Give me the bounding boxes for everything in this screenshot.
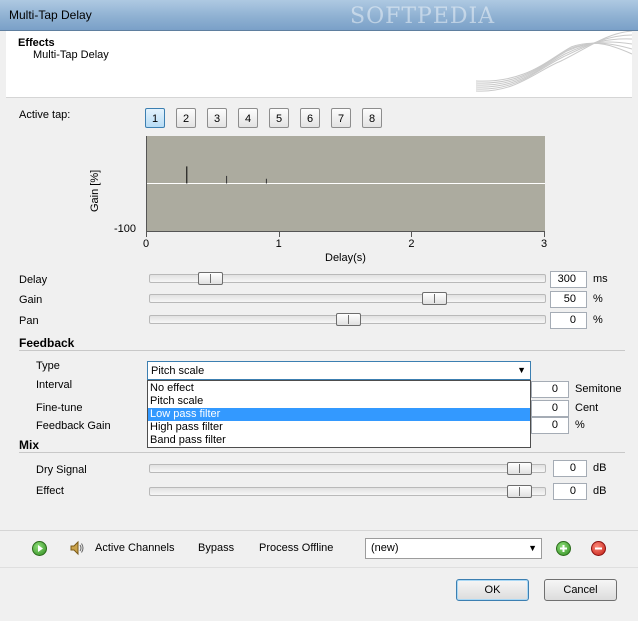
- tap-button-3[interactable]: 3: [207, 108, 227, 128]
- chart-y-label: Gain [%]: [89, 169, 101, 212]
- title-bar[interactable]: Multi-Tap Delay SOFTPEDIA: [0, 0, 638, 31]
- process-offline-button[interactable]: Process Offline: [259, 542, 333, 554]
- pan-label: Pan: [19, 315, 39, 327]
- mix-section-title: Mix: [19, 438, 40, 452]
- effect-field[interactable]: 0: [553, 483, 587, 500]
- speaker-icon[interactable]: [69, 540, 85, 559]
- remove-preset-icon[interactable]: [591, 541, 606, 556]
- interval-label: Interval: [36, 379, 73, 391]
- feedback-gain-unit: %: [575, 419, 585, 431]
- type-label: Type: [36, 360, 60, 372]
- bypass-button[interactable]: Bypass: [198, 542, 234, 554]
- gain-field[interactable]: 50: [550, 291, 587, 308]
- x-tick-mark: [146, 231, 147, 237]
- preset-dropdown[interactable]: (new) ▼: [365, 538, 542, 559]
- pan-unit: %: [593, 314, 603, 326]
- finetune-unit: Cent: [575, 402, 599, 414]
- delay-slider[interactable]: [149, 272, 546, 285]
- feedback-gain-label: Feedback Gain: [36, 420, 111, 432]
- chart-x-label: Delay(s): [325, 252, 366, 264]
- x-tick-label: 0: [143, 238, 150, 250]
- tap-plot[interactable]: [146, 136, 545, 232]
- ok-button[interactable]: OK: [456, 579, 529, 601]
- x-tick-mark: [278, 231, 280, 237]
- gain-label: Gain: [19, 294, 43, 306]
- tap-button-8[interactable]: 8: [362, 108, 382, 128]
- tap-button-7[interactable]: 7: [331, 108, 351, 128]
- tap-button-2[interactable]: 2: [176, 108, 196, 128]
- chevron-down-icon: ▼: [517, 365, 526, 375]
- effect-thumb[interactable]: [507, 485, 532, 498]
- tap-button-1[interactable]: 1: [145, 108, 165, 128]
- type-option[interactable]: Band pass filter: [148, 434, 530, 447]
- effect-header: Effects Multi-Tap Delay: [6, 31, 632, 98]
- mix-divider: [19, 452, 625, 453]
- delay-thumb[interactable]: [198, 272, 223, 285]
- add-preset-icon[interactable]: [556, 541, 571, 556]
- gain-thumb[interactable]: [422, 292, 447, 305]
- type-option[interactable]: Pitch scale: [148, 395, 530, 408]
- effect-label: Effect: [36, 485, 64, 497]
- type-dropdown-list[interactable]: No effect Pitch scale Low pass filter High …: [147, 380, 531, 448]
- toolbar-divider: [0, 530, 638, 531]
- window-title: Multi-Tap Delay: [9, 8, 92, 22]
- feedback-gain-field[interactable]: 0: [531, 417, 569, 434]
- x-tick-label: 3: [541, 238, 548, 250]
- header-effect-name: Multi-Tap Delay: [33, 49, 109, 61]
- pan-field[interactable]: 0: [550, 312, 587, 329]
- delay-field[interactable]: 300: [550, 271, 587, 288]
- feedback-section-title: Feedback: [19, 336, 75, 350]
- cancel-button[interactable]: Cancel: [544, 579, 617, 601]
- watermark: SOFTPEDIA: [350, 4, 496, 29]
- dry-signal-field[interactable]: 0: [553, 460, 587, 477]
- x-tick-mark: [544, 231, 545, 237]
- active-tap-label: Active tap:: [19, 109, 71, 121]
- pan-slider[interactable]: [149, 313, 546, 326]
- gain-slider[interactable]: [149, 292, 546, 305]
- dry-signal-thumb[interactable]: [507, 462, 532, 475]
- feedback-divider: [19, 350, 625, 351]
- preset-dropdown-value: (new): [371, 542, 399, 554]
- x-tick-label: 1: [275, 238, 282, 250]
- effect-slider[interactable]: [149, 485, 546, 498]
- dry-signal-label: Dry Signal: [36, 464, 87, 476]
- tap-button-5[interactable]: 5: [269, 108, 289, 128]
- gain-unit: %: [593, 293, 603, 305]
- type-option[interactable]: High pass filter: [148, 421, 530, 434]
- x-tick-mark: [411, 231, 413, 237]
- header-wave-graphic: [476, 31, 632, 92]
- play-icon[interactable]: [32, 541, 47, 556]
- interval-field[interactable]: 0: [531, 381, 569, 398]
- tap-button-4[interactable]: 4: [238, 108, 258, 128]
- tap-button-6[interactable]: 6: [300, 108, 320, 128]
- interval-unit: Semitone: [575, 383, 622, 395]
- chevron-down-icon: ▼: [528, 543, 537, 553]
- type-option[interactable]: Low pass filter: [148, 408, 530, 421]
- effect-unit: dB: [593, 485, 607, 497]
- tap-plot-svg: [147, 166, 545, 184]
- delay-unit: ms: [593, 273, 608, 285]
- type-dropdown-value: Pitch scale: [151, 365, 205, 377]
- chart-y-tick: -100: [114, 223, 137, 235]
- dry-signal-unit: dB: [593, 462, 607, 474]
- x-tick-label: 2: [408, 238, 415, 250]
- header-category: Effects: [18, 37, 55, 49]
- type-option[interactable]: No effect: [148, 382, 530, 395]
- dry-signal-slider[interactable]: [149, 462, 546, 475]
- active-channels-button[interactable]: Active Channels: [95, 542, 175, 554]
- finetune-label: Fine-tune: [36, 402, 83, 414]
- delay-label: Delay: [19, 274, 48, 286]
- pan-thumb[interactable]: [336, 313, 361, 326]
- type-dropdown[interactable]: Pitch scale ▼: [147, 361, 531, 380]
- dialog-footer: [0, 567, 638, 621]
- finetune-field[interactable]: 0: [531, 400, 569, 417]
